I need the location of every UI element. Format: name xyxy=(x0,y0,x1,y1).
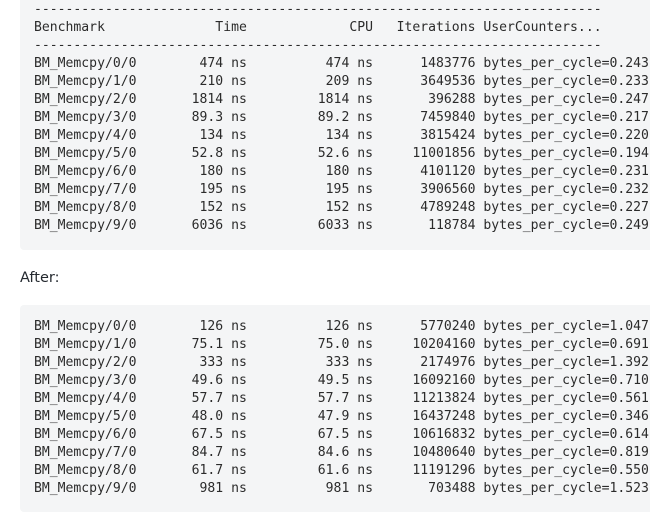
benchmark-row: BM_Memcpy/0/0 474 ns 474 ns 1483776 byte… xyxy=(34,56,649,71)
benchmark-row: BM_Memcpy/6/0 67.5 ns 67.5 ns 10616832 b… xyxy=(34,427,649,442)
benchmark-row: BM_Memcpy/5/0 48.0 ns 47.9 ns 16437248 b… xyxy=(34,409,649,424)
benchmark-row: BM_Memcpy/7/0 195 ns 195 ns 3906560 byte… xyxy=(34,182,649,197)
benchmark-row: BM_Memcpy/4/0 134 ns 134 ns 3815424 byte… xyxy=(34,128,649,143)
result-rows: BM_Memcpy/0/0 474 ns 474 ns 1483776 byte… xyxy=(34,55,649,235)
benchmark-row: BM_Memcpy/3/0 89.3 ns 89.2 ns 7459840 by… xyxy=(34,110,649,125)
benchmark-row: BM_Memcpy/8/0 61.7 ns 61.6 ns 11191296 b… xyxy=(34,463,649,478)
benchmark-row: BM_Memcpy/5/0 52.8 ns 52.6 ns 11001856 b… xyxy=(34,146,649,161)
benchmark-row: BM_Memcpy/2/0 1814 ns 1814 ns 396288 byt… xyxy=(34,92,649,107)
before-benchmark-output: ----------------------------------------… xyxy=(20,0,650,250)
benchmark-row: BM_Memcpy/4/0 57.7 ns 57.7 ns 11213824 b… xyxy=(34,391,649,406)
benchmark-row: BM_Memcpy/7/0 84.7 ns 84.6 ns 10480640 b… xyxy=(34,445,649,460)
benchmark-row: BM_Memcpy/1/0 75.1 ns 75.0 ns 10204160 b… xyxy=(34,337,649,352)
separator-line: ----------------------------------------… xyxy=(34,38,602,53)
benchmark-row: BM_Memcpy/9/0 6036 ns 6033 ns 118784 byt… xyxy=(34,218,649,233)
benchmark-row: BM_Memcpy/6/0 180 ns 180 ns 4101120 byte… xyxy=(34,164,649,179)
benchmark-row: BM_Memcpy/1/0 210 ns 209 ns 3649536 byte… xyxy=(34,74,649,89)
benchmark-row: BM_Memcpy/3/0 49.6 ns 49.5 ns 16092160 b… xyxy=(34,373,649,388)
after-code: BM_Memcpy/0/0 126 ns 126 ns 5770240 byte… xyxy=(34,318,649,498)
after-label: After: xyxy=(20,270,60,286)
benchmark-row: BM_Memcpy/0/0 126 ns 126 ns 5770240 byte… xyxy=(34,319,649,334)
separator-line: ----------------------------------------… xyxy=(34,2,602,17)
benchmark-row: BM_Memcpy/8/0 152 ns 152 ns 4789248 byte… xyxy=(34,200,649,215)
benchmark-row: BM_Memcpy/9/0 981 ns 981 ns 703488 bytes… xyxy=(34,481,649,496)
benchmark-row: BM_Memcpy/2/0 333 ns 333 ns 2174976 byte… xyxy=(34,355,649,370)
before-code: ----------------------------------------… xyxy=(34,1,649,235)
after-benchmark-output: BM_Memcpy/0/0 126 ns 126 ns 5770240 byte… xyxy=(20,305,650,512)
result-rows: BM_Memcpy/0/0 126 ns 126 ns 5770240 byte… xyxy=(34,318,649,498)
header-line: Benchmark Time CPU Iterations UserCounte… xyxy=(34,20,602,35)
